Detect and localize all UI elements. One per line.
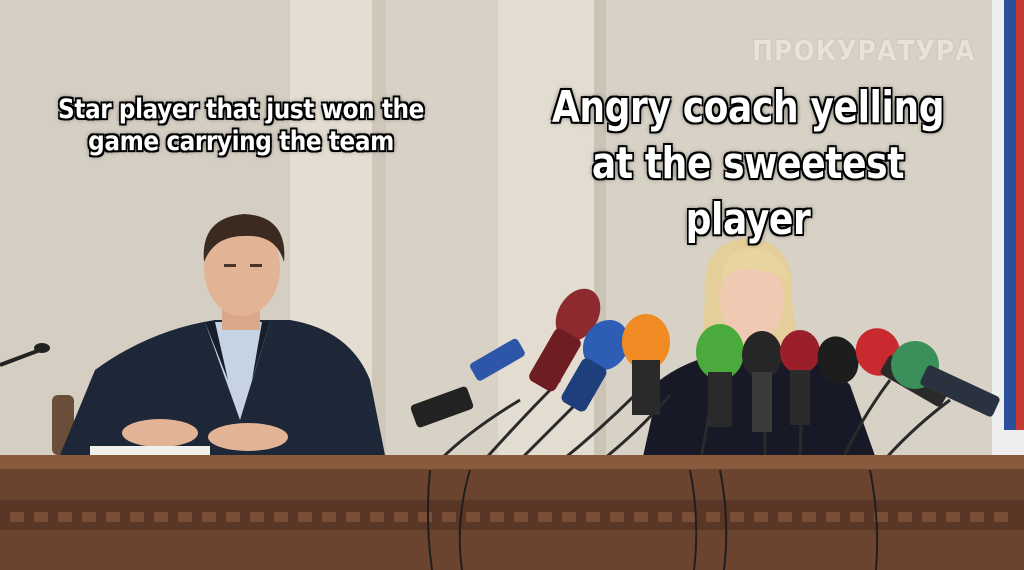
wall-sign: ПРОКУРАТУРА (752, 34, 976, 67)
meme-scene: ПРОКУРАТУРА Star player that just won th… (0, 0, 1024, 570)
caption-left: Star player that just won the game carry… (58, 94, 424, 157)
caption-right: Angry coach yelling at the sweetest play… (551, 82, 945, 245)
